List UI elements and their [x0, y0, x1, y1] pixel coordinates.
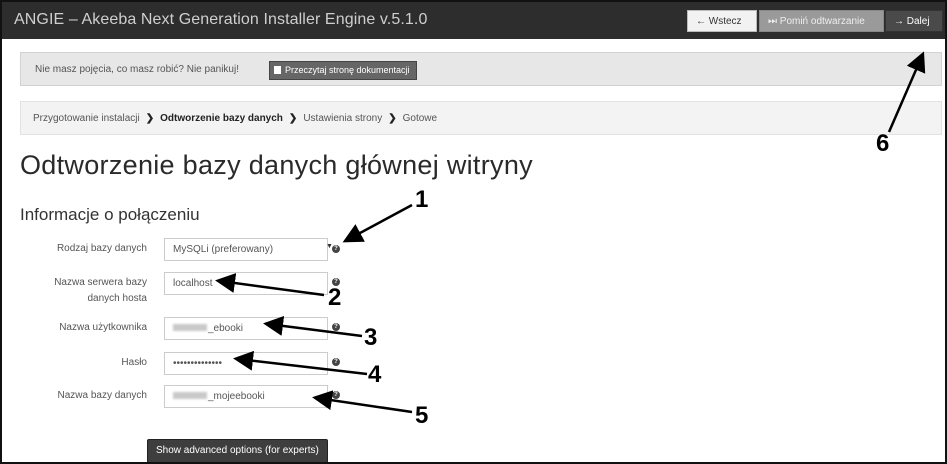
annotation-number: 1: [415, 186, 429, 213]
arrow-5: [312, 390, 413, 414]
arrow-4: [233, 350, 368, 376]
annotation-number: 5: [415, 402, 429, 429]
arrow-1: [342, 203, 413, 243]
arrow-3: [263, 315, 363, 338]
installer-window: ANGIE – Akeeba Next Generation Installer…: [0, 0, 947, 464]
annotation-number: 3: [364, 324, 378, 351]
annotation-arrows: [215, 51, 926, 414]
annotation-number: 4: [368, 361, 382, 388]
annotation-number: 2: [328, 284, 342, 311]
arrow-6: [887, 51, 926, 133]
annotation-number: 6: [876, 130, 890, 157]
arrow-2: [215, 273, 325, 297]
